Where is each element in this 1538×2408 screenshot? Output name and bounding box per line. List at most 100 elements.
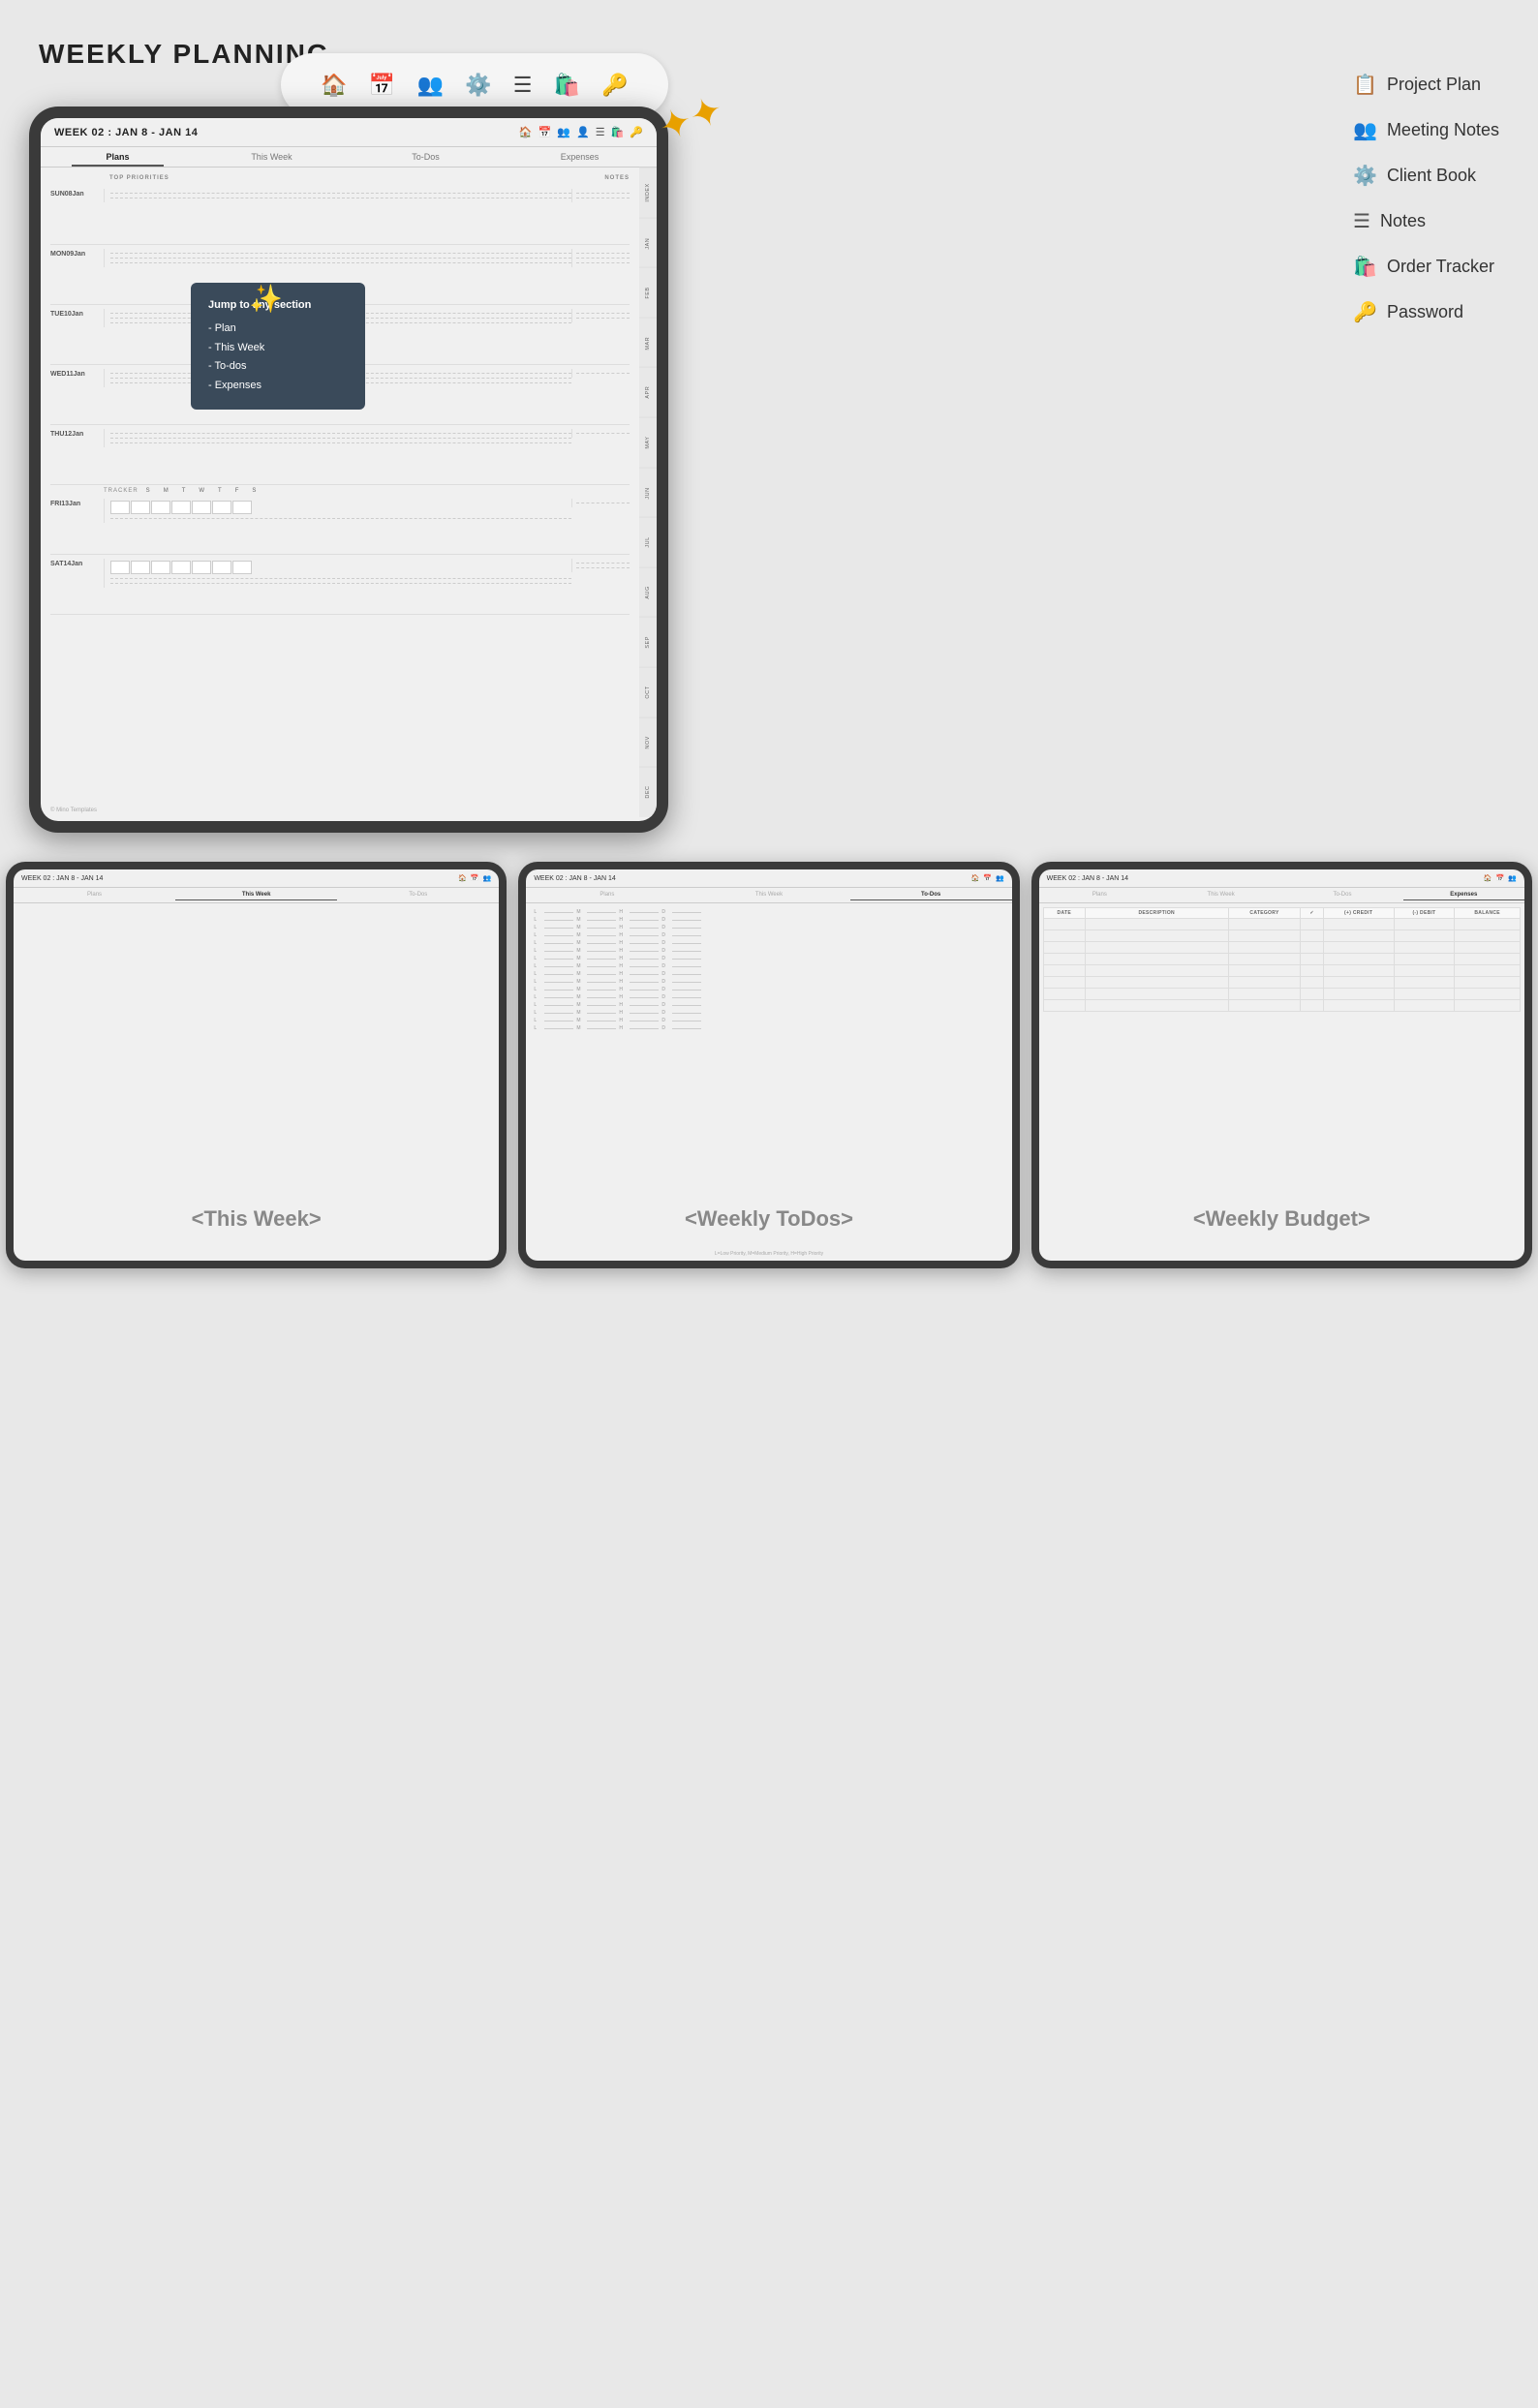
tablet-screen: WEEK 02 : JAN 8 - JAN 14 🏠 📅 👥 👤 ☰ 🛍️ 🔑 … (41, 118, 657, 821)
index-item-nov[interactable]: NOV (639, 717, 657, 768)
day-label-mon: MON09Jan (50, 249, 104, 258)
weekly-budget-tabs: Plans This Week To-Dos Expenses (1039, 888, 1524, 903)
weekly-todos-home-icon[interactable]: 🏠 (971, 874, 980, 882)
key-icon[interactable]: 🔑 (601, 73, 628, 98)
tablet-header: WEEK 02 : JAN 8 - JAN 14 🏠 📅 👥 👤 ☰ 🛍️ 🔑 (41, 118, 657, 147)
sidebar-item-order-tracker[interactable]: 🛍️ Order Tracker (1353, 255, 1499, 279)
bag-icon[interactable]: 🛍️ (554, 73, 580, 98)
expenses-row-1 (1043, 919, 1520, 930)
todo-line-6: L M H D (534, 948, 1003, 954)
sidebar-label-client-book: Client Book (1387, 166, 1476, 186)
todo-line-5: L M H D (534, 940, 1003, 946)
sidebar-item-meeting-notes[interactable]: 👥 Meeting Notes (1353, 118, 1499, 142)
index-item-feb[interactable]: FEB (639, 267, 657, 318)
sparkle-icon: ✨ (249, 283, 283, 315)
index-item-apr[interactable]: APR (639, 367, 657, 417)
main-tablet: WEEK 02 : JAN 8 - JAN 14 🏠 📅 👥 👤 ☰ 🛍️ 🔑 … (29, 107, 668, 833)
sidebar-item-password[interactable]: 🔑 Password (1353, 300, 1499, 324)
sidebar-label-password: Password (1387, 302, 1463, 322)
weekly-todos-tab-thisweek[interactable]: This Week (688, 890, 849, 900)
weekly-budget-people-icon[interactable]: 👥 (1508, 874, 1517, 882)
weekly-budget-tab-expenses[interactable]: Expenses (1403, 890, 1524, 900)
weekly-budget-screen: WEEK 02 : JAN 8 - JAN 14 🏠 📅 👥 Plans Thi… (1039, 869, 1524, 1261)
weekly-budget-tab-thisweek[interactable]: This Week (1160, 890, 1281, 900)
todo-line-14: L M H D (534, 1010, 1003, 1016)
tablet-key-icon[interactable]: 🔑 (630, 126, 643, 138)
calendar-icon[interactable]: 📅 (369, 73, 395, 98)
this-week-tab-plans[interactable]: Plans (14, 890, 175, 900)
tablet-body: TOP PRIORITIES NOTES SUN08Jan (41, 168, 657, 817)
tablet-main-content: TOP PRIORITIES NOTES SUN08Jan (41, 168, 639, 817)
weekly-budget-tab-plans[interactable]: Plans (1039, 890, 1160, 900)
index-item-oct[interactable]: OCT (639, 667, 657, 717)
weekly-todos-people-icon[interactable]: 👥 (996, 874, 1004, 882)
weekly-todos-header: WEEK 02 : JAN 8 - JAN 14 🏠 📅 👥 (526, 869, 1011, 888)
tablet-calendar-icon[interactable]: 📅 (538, 126, 552, 138)
this-week-cal-icon[interactable]: 📅 (471, 874, 479, 882)
weekly-budget-tab-todos[interactable]: To-Dos (1281, 890, 1402, 900)
col-credit: (+) CREDIT (1323, 908, 1394, 919)
index-item-sep[interactable]: SEP (639, 617, 657, 667)
weekly-todos-tab-todos[interactable]: To-Dos (850, 890, 1012, 900)
index-item-jul[interactable]: JUL (639, 517, 657, 567)
tab-expenses[interactable]: Expenses (503, 147, 657, 167)
weekly-todos-label: <Weekly ToDos> (685, 1206, 853, 1232)
expenses-row-8 (1043, 1000, 1520, 1012)
index-item-jun[interactable]: JUN (639, 468, 657, 518)
index-item-may[interactable]: MAY (639, 417, 657, 468)
home-icon[interactable]: 🏠 (321, 73, 347, 98)
tooltip-item-plan: - Plan (208, 320, 348, 339)
index-item-index[interactable]: INDEX (639, 168, 657, 218)
expenses-row-7 (1043, 989, 1520, 1000)
menu-icon[interactable]: ☰ (513, 73, 533, 98)
weekly-budget-home-icon[interactable]: 🏠 (1484, 874, 1492, 882)
sidebar-item-client-book[interactable]: ⚙️ Client Book (1353, 164, 1499, 188)
sidebar-label-project-plan: Project Plan (1387, 75, 1481, 95)
sidebar-label-order-tracker: Order Tracker (1387, 257, 1494, 277)
tablet-people-icon[interactable]: 👥 (557, 126, 570, 138)
col-description: DESCRIPTION (1085, 908, 1228, 919)
tablet-bag-icon[interactable]: 🛍️ (611, 126, 625, 138)
expenses-table: DATE DESCRIPTION CATEGORY ✓ (+) CREDIT (… (1043, 907, 1521, 1012)
order-tracker-icon: 🛍️ (1353, 255, 1377, 279)
settings-icon[interactable]: ⚙️ (465, 73, 491, 98)
col-balance: BALANCE (1455, 908, 1521, 919)
tab-plans[interactable]: Plans (41, 147, 195, 167)
this-week-tab-thisweek[interactable]: This Week (175, 890, 337, 900)
expenses-row-2 (1043, 930, 1520, 942)
index-item-dec[interactable]: DEC (639, 767, 657, 817)
index-item-mar[interactable]: MAR (639, 318, 657, 368)
branding: © Mino Templates (50, 808, 97, 813)
this-week-header: WEEK 02 : JAN 8 - JAN 14 🏠 📅 👥 (14, 869, 499, 888)
todo-line-11: L M H D (534, 987, 1003, 992)
day-label-sun: SUN08Jan (50, 189, 104, 198)
this-week-tab-todos[interactable]: To-Dos (337, 890, 499, 900)
sidebar-label-notes: Notes (1380, 211, 1426, 231)
tracker-day-s2: S (252, 488, 256, 494)
day-label-wed: WED11Jan (50, 369, 104, 378)
index-bar: INDEX JAN FEB MAR APR MAY JUN JUL AUG SE… (639, 168, 657, 817)
weekly-budget-title: WEEK 02 : JAN 8 - JAN 14 (1047, 875, 1128, 882)
index-item-jan[interactable]: JAN (639, 218, 657, 268)
sidebar-item-notes[interactable]: ☰ Notes (1353, 209, 1499, 233)
sidebar-item-project-plan[interactable]: 📋 Project Plan (1353, 73, 1499, 97)
todo-line-9: L M H D (534, 971, 1003, 977)
tablet-tabs: Plans This Week To-Dos Expenses (41, 147, 657, 168)
people-icon[interactable]: 👥 (416, 73, 443, 98)
day-row-thu: THU12Jan (50, 425, 630, 485)
tab-this-week[interactable]: This Week (195, 147, 349, 167)
index-item-aug[interactable]: AUG (639, 567, 657, 618)
tablet-menu-icon[interactable]: ☰ (596, 126, 605, 138)
todo-line-13: L M H D (534, 1002, 1003, 1008)
tab-todos[interactable]: To-Dos (349, 147, 503, 167)
weekly-budget-cal-icon[interactable]: 📅 (1496, 874, 1505, 882)
this-week-people-icon[interactable]: 👥 (483, 874, 492, 882)
day-content-thu (104, 429, 571, 447)
weekly-todos-tab-plans[interactable]: Plans (526, 890, 688, 900)
weekly-todos-cal-icon[interactable]: 📅 (983, 874, 992, 882)
day-content-fri (104, 499, 571, 523)
this-week-home-icon[interactable]: 🏠 (458, 874, 467, 882)
todo-line-12: L M H D (534, 994, 1003, 1000)
tablet-home-icon[interactable]: 🏠 (519, 126, 533, 138)
tablet-person-icon[interactable]: 👤 (576, 126, 590, 138)
